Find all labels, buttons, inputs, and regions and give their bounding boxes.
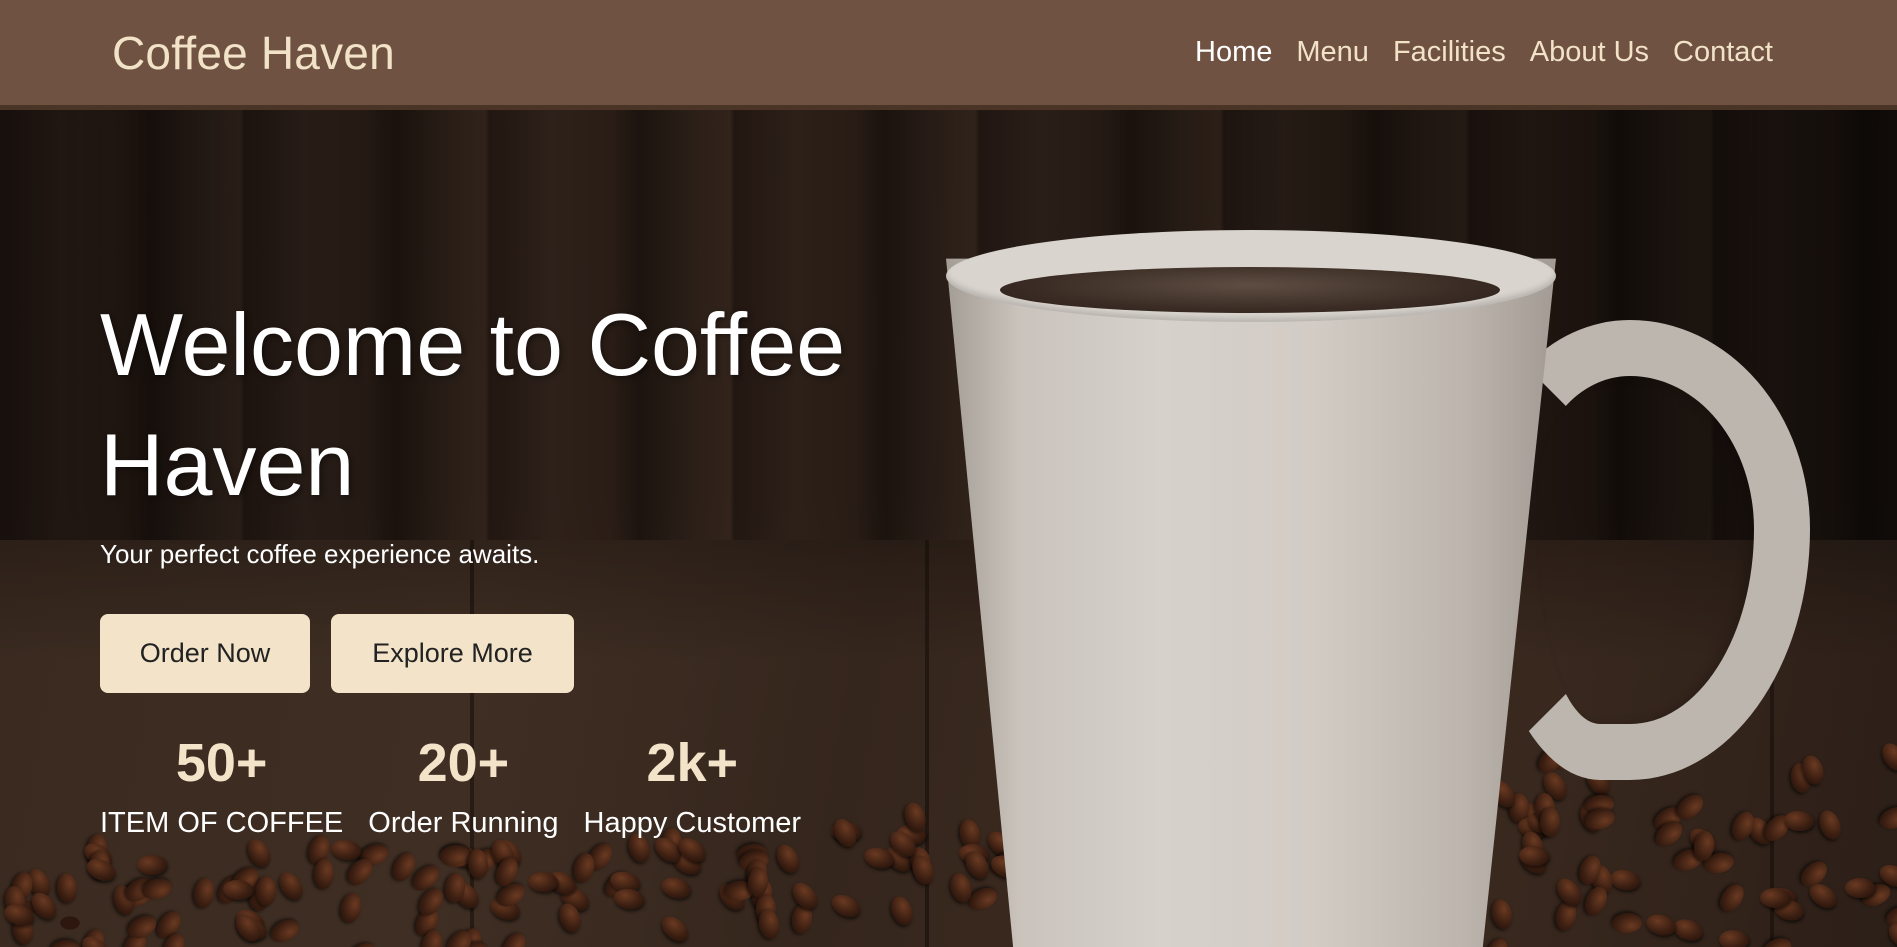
coffee-bean xyxy=(313,858,335,890)
coffee-bean xyxy=(1644,911,1679,939)
hero-subtitle: Your perfect coffee experience awaits. xyxy=(100,539,540,569)
stat-happy-customers: 2k+ Happy Customer xyxy=(584,733,802,840)
navbar: Coffee Haven Home Menu Facilities About … xyxy=(0,0,1897,110)
stat-value: 50+ xyxy=(175,733,268,793)
stat-items-of-coffee: 50+ ITEM OF COFFEE xyxy=(100,733,343,840)
coffee-bean xyxy=(136,855,167,876)
nav-link-about-us[interactable]: About Us xyxy=(1530,36,1649,69)
coffee-bean xyxy=(787,878,823,914)
coffee-mug-image xyxy=(946,258,1556,947)
coffee-bean xyxy=(343,937,380,947)
coffee-bean xyxy=(1815,807,1845,843)
nav-link-facilities[interactable]: Facilities xyxy=(1393,36,1506,69)
coffee-bean xyxy=(1715,880,1749,917)
coffee-bean xyxy=(886,893,917,929)
hero-title: Welcome to Coffee Haven xyxy=(100,295,846,514)
coffee-bean xyxy=(612,886,646,911)
mug-coffee-image xyxy=(1000,267,1500,313)
nav-link-home[interactable]: Home xyxy=(1195,36,1272,69)
hero-content: Welcome to Coffee Haven Your perfect cof… xyxy=(100,285,980,840)
coffee-bean xyxy=(1539,807,1560,838)
coffee-bean xyxy=(1718,928,1750,947)
brand-logo[interactable]: Coffee Haven xyxy=(112,26,395,80)
coffee-bean xyxy=(756,907,782,941)
coffee-bean xyxy=(772,841,804,877)
coffee-bean xyxy=(1611,911,1643,934)
coffee-bean xyxy=(191,876,217,910)
coffee-bean xyxy=(255,876,276,907)
coffee-bean xyxy=(657,912,694,947)
coffee-bean xyxy=(658,873,694,902)
stat-label: ITEM OF COFFEE xyxy=(100,807,344,839)
coffee-bean xyxy=(1759,887,1790,909)
stats-row: 50+ ITEM OF COFFEE 20+ Order Running 2k+… xyxy=(100,733,980,840)
coffee-bean xyxy=(1488,897,1516,932)
coffee-bean xyxy=(329,837,363,863)
hero-buttons: Order Now Explore More xyxy=(100,614,980,693)
stat-label: Happy Customer xyxy=(583,807,802,839)
coffee-bean xyxy=(267,915,304,947)
explore-more-button[interactable]: Explore More xyxy=(331,614,574,693)
order-now-button[interactable]: Order Now xyxy=(100,614,310,693)
nav-link-contact[interactable]: Contact xyxy=(1673,36,1773,69)
coffee-bean xyxy=(242,834,275,871)
coffee-bean xyxy=(337,891,364,925)
coffee-bean xyxy=(1877,739,1897,776)
coffee-bean xyxy=(1670,915,1706,945)
stat-value: 20+ xyxy=(417,733,510,793)
coffee-bean xyxy=(49,938,82,947)
coffee-bean xyxy=(827,890,864,922)
stat-label: Order Running xyxy=(368,807,559,839)
stat-orders-running: 20+ Order Running xyxy=(368,733,558,840)
coffee-bean xyxy=(497,928,531,947)
coffee-bean xyxy=(1876,802,1897,833)
coffee-bean xyxy=(274,867,308,904)
coffee-bean xyxy=(1844,877,1876,899)
coffee-bean xyxy=(1481,935,1512,947)
nav-link-menu[interactable]: Menu xyxy=(1296,36,1369,69)
coffee-bean xyxy=(55,871,79,904)
coffee-bean xyxy=(1758,934,1795,947)
stat-value: 2k+ xyxy=(646,733,739,793)
nav-menu: Home Menu Facilities About Us Contact xyxy=(1195,36,1773,69)
coffee-bean xyxy=(1608,867,1642,893)
